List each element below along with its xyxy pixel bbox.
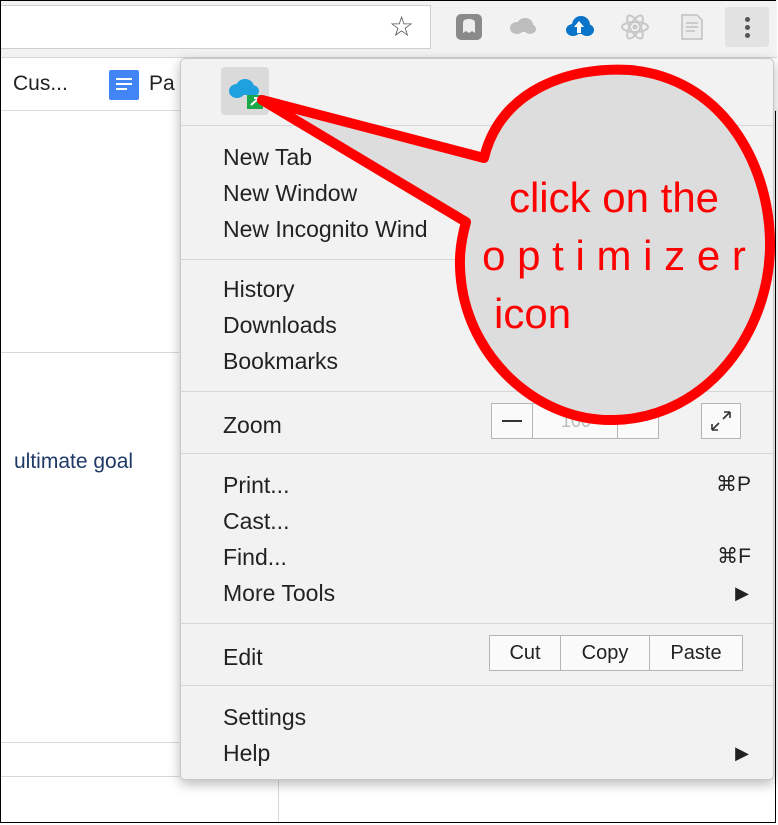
callout-text-line3: icon xyxy=(494,290,571,337)
callout-text-line2: o p t i m i z e r xyxy=(482,232,746,279)
annotation-callout: click on the o p t i m i z e r icon xyxy=(257,64,776,426)
callout-text-line1: click on the xyxy=(509,174,719,221)
